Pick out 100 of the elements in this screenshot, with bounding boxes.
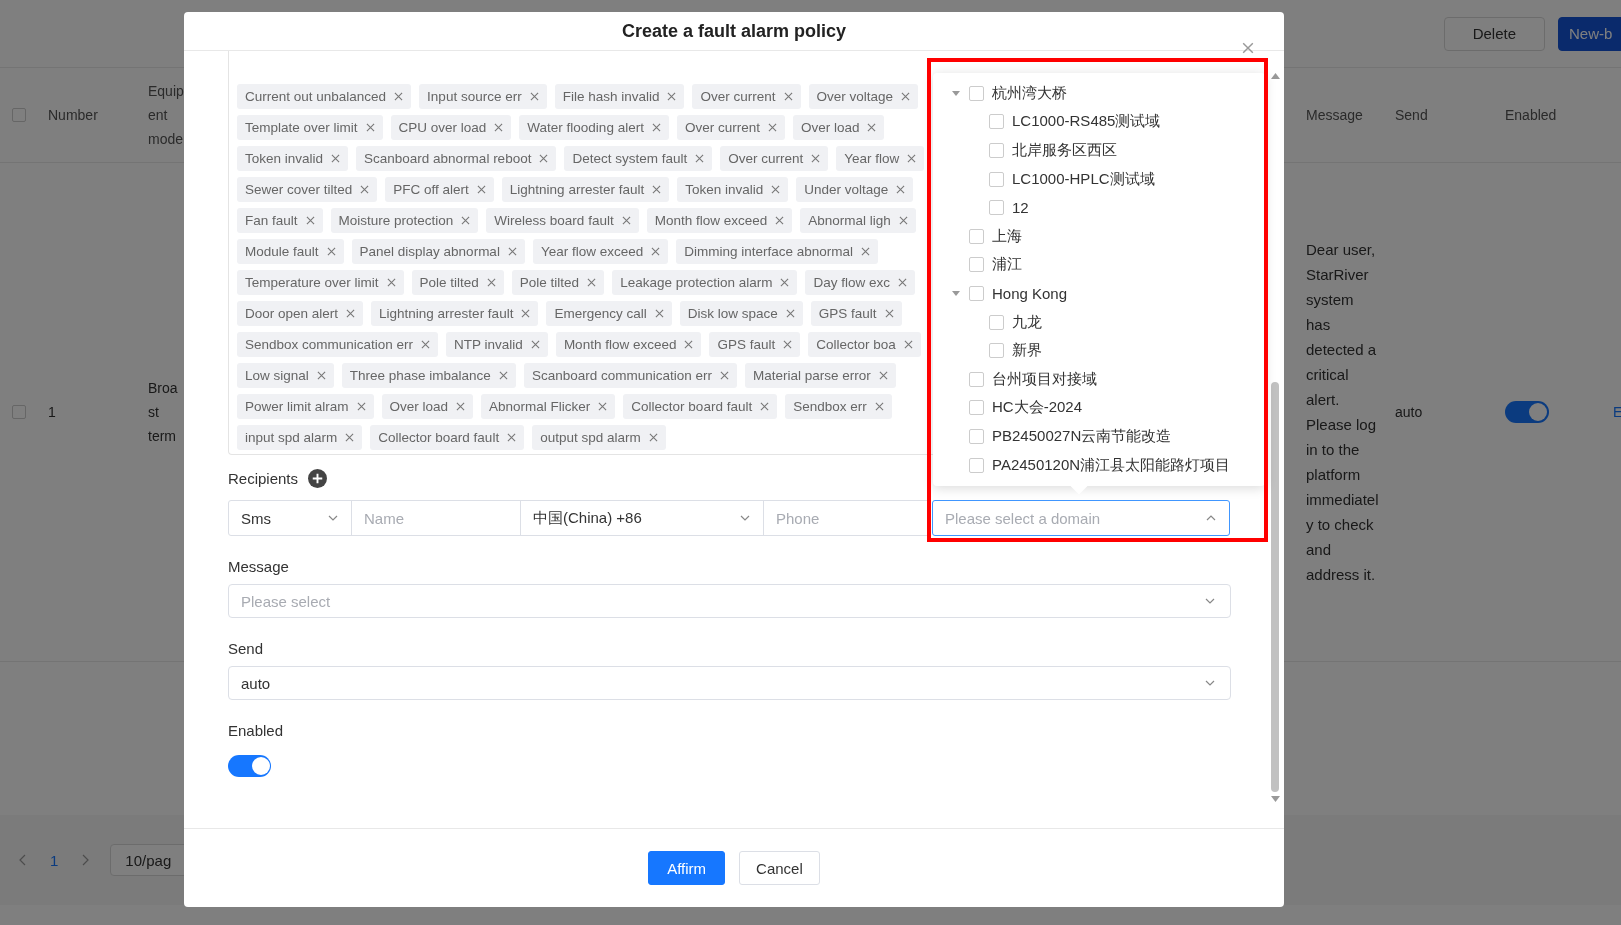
send-select[interactable]: auto [228,666,1231,700]
close-icon[interactable] [331,154,341,163]
tree-item[interactable]: HC大会-2024 [992,398,1083,418]
close-icon[interactable] [651,247,661,256]
checkbox[interactable] [989,114,1004,130]
close-icon[interactable] [394,92,404,101]
close-icon[interactable] [421,340,431,349]
close-icon[interactable] [874,402,884,411]
checkbox[interactable] [969,85,984,101]
checkbox[interactable] [989,143,1004,158]
close-icon[interactable] [767,123,777,132]
delete-button[interactable]: Delete [1443,16,1545,51]
close-icon[interactable] [684,340,694,349]
close-icon[interactable] [507,247,517,256]
close-icon[interactable] [878,371,888,380]
close-icon[interactable] [654,309,664,318]
close-icon[interactable] [780,278,790,287]
checkbox[interactable] [989,171,1004,187]
checkbox[interactable] [969,457,984,473]
close-icon[interactable] [365,123,375,132]
close-icon[interactable] [775,216,785,225]
channel-select[interactable]: Sms [228,500,352,536]
tree-item[interactable]: 12 [1012,199,1029,217]
close-icon[interactable] [760,402,770,411]
close-icon[interactable] [652,185,662,194]
close-icon[interactable] [867,123,877,132]
close-icon[interactable] [461,216,471,225]
close-icon[interactable] [498,371,508,380]
close-icon[interactable] [598,402,608,411]
checkbox[interactable] [969,228,984,244]
close-icon[interactable] [667,92,677,101]
chevron-left-icon[interactable] [18,854,28,866]
close-icon[interactable] [316,371,326,380]
checkbox[interactable] [12,405,26,419]
close-icon[interactable] [521,309,531,318]
tree-item[interactable]: Hong Kong [992,284,1068,302]
tree-item[interactable]: 北岸服务区西区 [1012,141,1117,160]
toggle-switch[interactable] [1505,401,1549,423]
close-icon[interactable] [901,92,911,101]
close-icon[interactable] [360,185,370,194]
checkbox[interactable] [969,400,984,416]
close-icon[interactable] [456,402,466,411]
close-icon[interactable] [903,340,913,349]
tree-item[interactable]: LC1000-HPLC测试域 [1012,169,1155,189]
close-icon[interactable] [785,309,795,318]
close-icon[interactable] [651,123,661,132]
scroll-down-icon[interactable] [1271,796,1280,802]
tree-item[interactable]: 杭州湾大桥 [992,83,1067,103]
close-icon[interactable] [896,185,906,194]
close-icon[interactable] [326,247,336,256]
close-icon[interactable] [884,309,894,318]
affirm-button[interactable]: Affirm [648,851,726,885]
checkbox[interactable] [969,428,984,444]
cancel-button[interactable]: Cancel [739,851,820,885]
close-icon[interactable] [356,402,366,411]
toggle-switch[interactable] [228,755,271,777]
checkbox[interactable] [989,200,1004,216]
checkbox[interactable] [989,314,1004,330]
close-icon[interactable] [529,92,539,101]
checkbox[interactable] [969,371,984,387]
tree-item[interactable]: PB2450027N云南节能改造 [992,426,1172,446]
close-icon[interactable] [305,216,315,225]
close-icon[interactable] [811,154,821,163]
close-icon[interactable] [783,92,793,101]
close-icon[interactable] [507,433,517,442]
close-icon[interactable] [494,123,504,132]
scroll-up-icon[interactable] [1271,73,1280,79]
checkbox[interactable] [12,108,26,122]
close-icon[interactable] [648,433,658,442]
close-icon[interactable] [539,154,549,163]
close-icon[interactable] [720,371,729,380]
chevron-right-icon[interactable] [80,854,91,866]
close-icon[interactable] [476,185,486,194]
tree-item[interactable]: 台州项目对接域 [992,369,1097,389]
tree-item[interactable]: 新界 [1012,341,1042,361]
scrollbar-thumb[interactable] [1271,382,1279,792]
close-icon[interactable] [898,278,907,287]
checkbox[interactable] [969,257,984,273]
close-icon[interactable] [621,216,631,225]
close-icon[interactable] [346,309,356,318]
tree-item[interactable]: 九龙 [1012,312,1042,332]
close-icon[interactable] [486,278,496,287]
close-icon[interactable] [898,216,908,225]
close-icon[interactable] [345,433,355,442]
add-icon[interactable] [308,469,328,488]
close-icon[interactable] [771,185,781,194]
tree-item[interactable]: 上海 [992,226,1022,246]
country-code-select[interactable]: 中国(China) +86 [520,500,764,536]
close-icon[interactable] [386,278,396,287]
checkbox[interactable] [969,285,984,301]
checkbox[interactable] [989,343,1004,359]
close-icon[interactable] [587,278,597,287]
close-icon[interactable] [861,247,871,256]
close-icon[interactable] [1242,42,1254,54]
close-icon[interactable] [530,340,540,349]
tree-item[interactable]: 浦江 [992,255,1022,275]
close-icon[interactable] [695,154,705,163]
close-icon[interactable] [783,340,793,349]
tree-item[interactable]: PA2450120N浦江县太阳能路灯项目 [992,455,1231,475]
close-icon[interactable] [907,154,917,163]
